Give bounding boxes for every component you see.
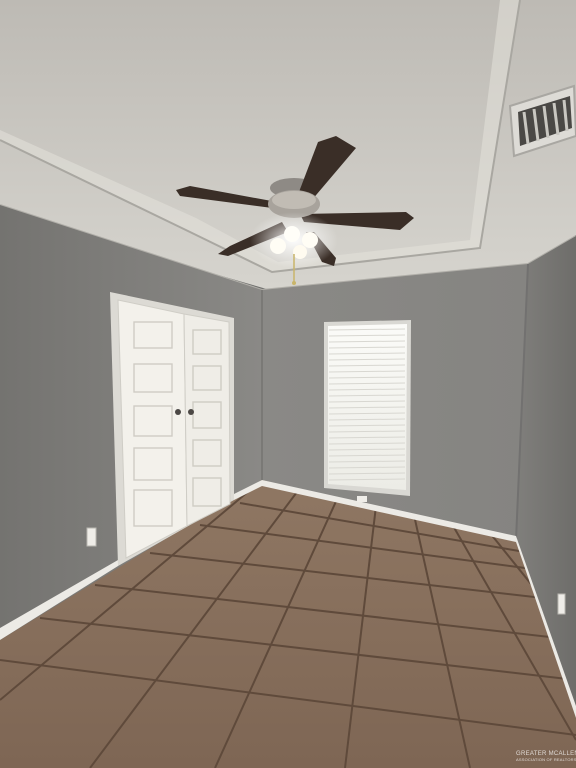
watermark-logo: GREATER MCALLEN ASSOCIATION OF REALTORS [516,751,576,762]
electrical-outlet-right [557,593,566,615]
window-blinds [324,320,411,496]
electrical-outlet-left [86,527,97,547]
closet-door-right [183,313,231,527]
watermark-subtitle: ASSOCIATION OF REALTORS [516,757,576,762]
fan-light-bulb [270,238,286,254]
closet-door-left [117,299,188,559]
floor-outlet-back [357,496,367,502]
room-illustration [0,0,576,768]
door-knob-right [188,409,194,415]
door-knob-left [175,409,181,415]
room-photo: GREATER MCALLEN ASSOCIATION OF REALTORS [0,0,576,768]
